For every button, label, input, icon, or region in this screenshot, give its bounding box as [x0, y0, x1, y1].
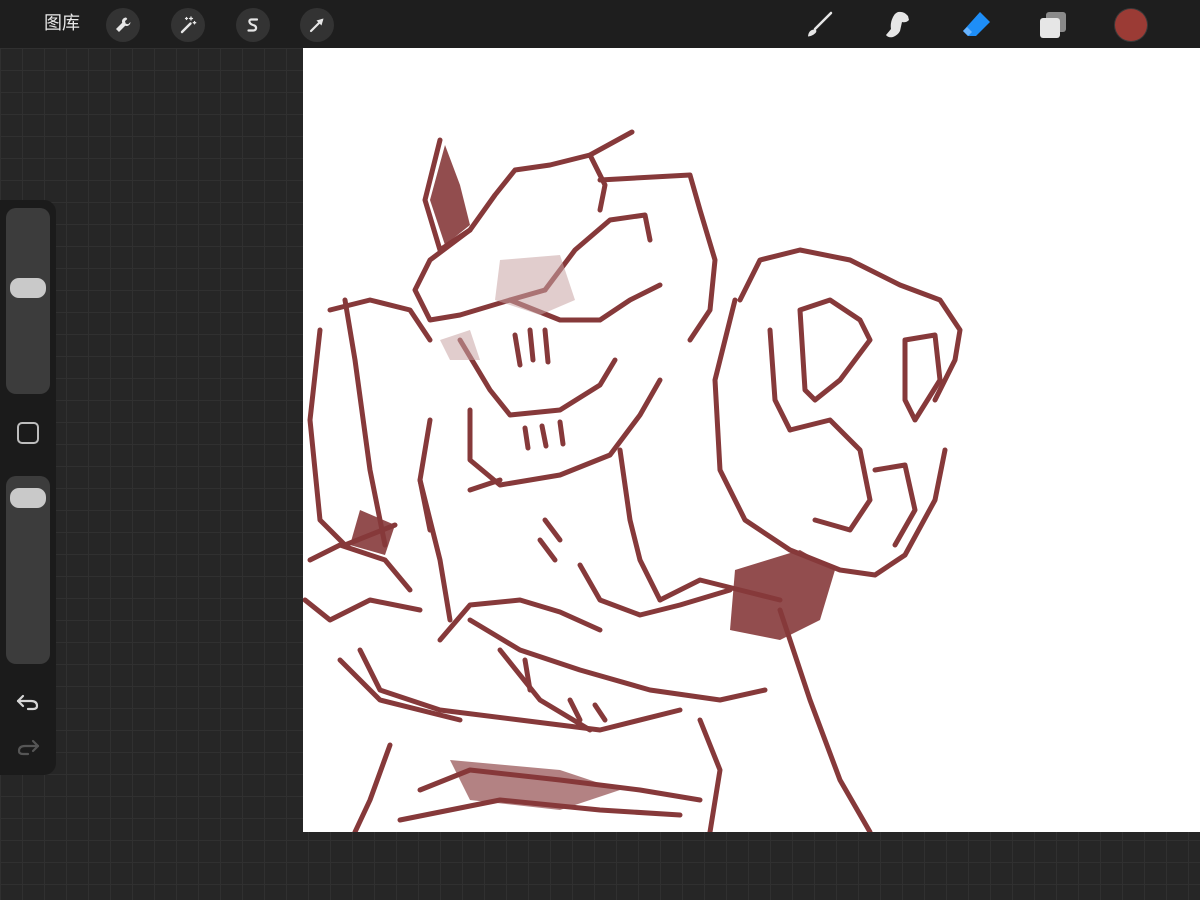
layers-button[interactable]	[1035, 7, 1071, 43]
drawing-canvas[interactable]	[303, 48, 1200, 832]
wrench-icon	[116, 17, 131, 32]
redo-icon[interactable]	[14, 733, 42, 761]
paint-tool-button[interactable]	[801, 7, 837, 43]
brush-icon	[808, 11, 833, 37]
robot-sketch	[303, 129, 963, 832]
undo-icon[interactable]	[14, 688, 42, 716]
magic-wand-icon	[180, 16, 197, 34]
adjustments-button[interactable]	[171, 8, 205, 42]
eraser-tool-button[interactable]	[958, 7, 994, 43]
gallery-button[interactable]: 图库	[44, 12, 80, 36]
opacity-slider[interactable]	[6, 476, 50, 664]
eraser-icon	[963, 12, 990, 36]
modify-button[interactable]	[17, 422, 39, 444]
actions-button[interactable]	[106, 8, 140, 42]
left-sidebar	[0, 200, 56, 775]
layers-icon	[1040, 12, 1066, 38]
top-toolbar: 图库	[0, 0, 1200, 48]
brush-size-thumb[interactable]	[10, 278, 46, 299]
brush-size-slider[interactable]	[6, 208, 50, 394]
opacity-thumb[interactable]	[10, 488, 46, 508]
color-picker-button[interactable]	[1115, 9, 1147, 41]
smudge-tool-button[interactable]	[879, 7, 915, 43]
selection-button[interactable]	[236, 8, 270, 42]
smudge-icon	[886, 11, 909, 38]
transform-button[interactable]	[300, 8, 334, 42]
selection-s-icon	[247, 18, 259, 32]
arrow-cursor-icon	[309, 18, 324, 33]
